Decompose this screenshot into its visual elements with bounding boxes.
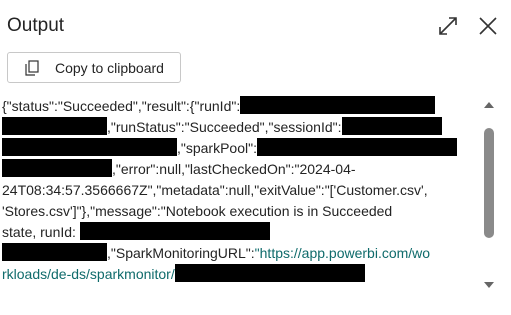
- copy-icon: [25, 60, 39, 76]
- scroll-up-arrow-icon[interactable]: [483, 100, 495, 110]
- spark-monitoring-link[interactable]: "https://app.powerbi.com/wo: [255, 245, 430, 261]
- redaction: [240, 96, 436, 114]
- output-text: {"status":"Succeeded","result":{"runId":…: [2, 96, 478, 298]
- output-line: "2024-04-: [294, 161, 356, 177]
- scrollbar-thumb[interactable]: [484, 128, 494, 238]
- redaction: [2, 159, 112, 177]
- output-line: ,"runStatus":"Succeeded","sessionId":: [107, 119, 342, 135]
- output-line: {"status":"Succeeded","result":{"runId":: [2, 98, 241, 114]
- expand-icon[interactable]: [436, 14, 460, 38]
- output-line: state, runId:: [2, 224, 76, 240]
- output-line: 24T08:34:57.3566667Z","metadata":null,"e…: [2, 182, 428, 198]
- panel-title: Output: [7, 15, 65, 36]
- redaction: [2, 138, 177, 156]
- redaction: [2, 243, 107, 261]
- output-line: ,"error":null,"lastCheckedOn":: [112, 161, 295, 177]
- copy-to-clipboard-button[interactable]: Copy to clipboard: [7, 52, 181, 83]
- scroll-down-arrow-icon[interactable]: [483, 280, 495, 290]
- output-line: ,"SparkMonitoringURL":: [107, 245, 255, 261]
- redaction: [341, 117, 442, 135]
- spark-monitoring-link[interactable]: rkloads/de-ds/sparkmonitor/: [2, 266, 175, 282]
- output-line: 'Stores.csv']"},"message":"Notebook exec…: [2, 203, 393, 219]
- output-line: ,"sparkPool":: [177, 140, 257, 156]
- redaction: [256, 138, 457, 156]
- copy-button-label: Copy to clipboard: [55, 60, 164, 76]
- redaction: [174, 264, 365, 282]
- redaction: [79, 222, 270, 240]
- redaction: [2, 117, 107, 135]
- close-icon[interactable]: [476, 14, 500, 38]
